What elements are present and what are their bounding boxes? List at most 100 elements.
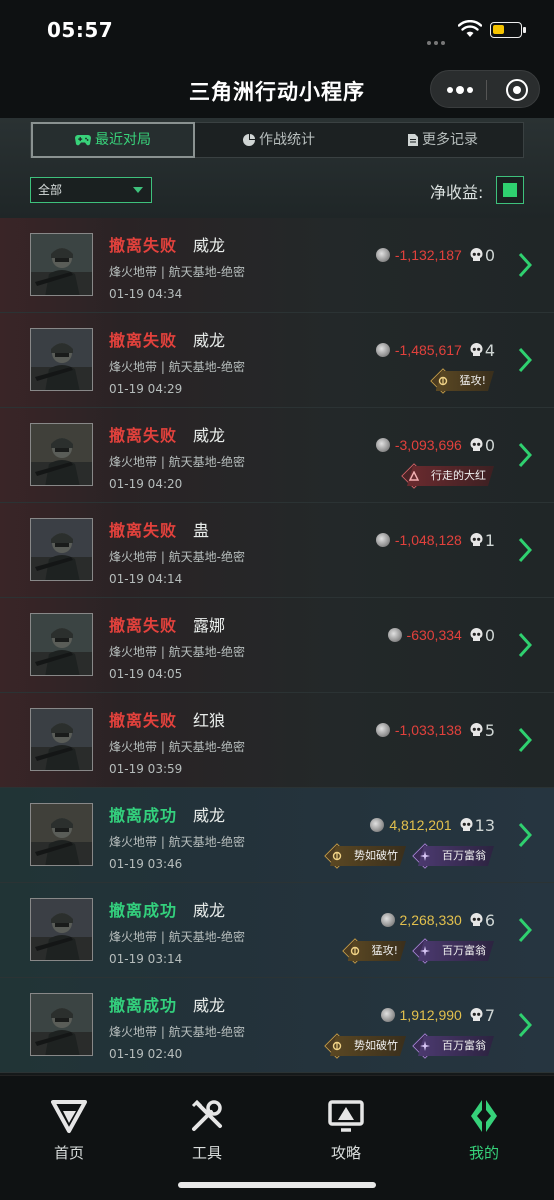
chevron-right-icon[interactable] (518, 632, 532, 658)
achievement-badge: 势如破竹 (324, 1033, 406, 1059)
match-record-row[interactable]: 撤离失败 威龙 烽火地带 | 航天基地-绝密 01-19 04:29 -1,48… (0, 313, 554, 408)
tab-recent-matches[interactable]: 最近对局 (31, 122, 195, 158)
document-icon (408, 134, 418, 146)
match-time: 01-19 03:46 (109, 857, 183, 871)
bottom-nav-guide[interactable]: 攻略 (306, 1098, 386, 1163)
operator-name: 威龙 (193, 806, 226, 825)
match-record-row[interactable]: 撤离成功 威龙 烽火地带 | 航天基地-绝密 01-19 03:46 4,812… (0, 788, 554, 883)
bottom-nav-tools[interactable]: 工具 (167, 1098, 247, 1163)
match-record-row[interactable]: 撤离失败 红狼 烽火地带 | 航天基地-绝密 01-19 03:59 -1,03… (0, 693, 554, 788)
extraction-result: 撤离失败 (109, 236, 178, 255)
gamepad-icon (75, 135, 91, 146)
achievement-badge: 百万富翁 (412, 843, 494, 869)
bottom-nav-label: 攻略 (330, 1144, 361, 1162)
match-time: 01-19 04:05 (109, 667, 183, 681)
match-record-row[interactable]: 撤离成功 威龙 烽火地带 | 航天基地-绝密 01-19 02:40 1,912… (0, 978, 554, 1073)
extraction-result: 撤离失败 (109, 331, 178, 350)
skull-icon (470, 1008, 483, 1021)
close-miniprogram-icon[interactable] (506, 79, 528, 101)
chevron-right-icon[interactable] (518, 347, 532, 373)
operator-name: 红狼 (193, 711, 226, 730)
kill-count: 0 (470, 246, 495, 265)
operator-name: 威龙 (193, 901, 226, 920)
operator-avatar (30, 803, 93, 866)
skull-icon (470, 628, 483, 641)
operator-avatar (30, 518, 93, 581)
chevron-right-icon[interactable] (518, 252, 532, 278)
net-value: 2,268,330 (399, 912, 462, 928)
income-summary: 1,912,990 7 (380, 1005, 495, 1025)
chevron-right-icon[interactable] (518, 917, 532, 943)
match-record-row[interactable]: 撤离失败 露娜 烽火地带 | 航天基地-绝密 01-19 04:05 -630,… (0, 598, 554, 693)
skull-icon (470, 438, 483, 451)
match-time: 01-19 02:40 (109, 1047, 183, 1061)
kill-count-value: 7 (484, 1005, 495, 1025)
tab-label: 最近对局 (95, 132, 151, 148)
kill-count: 7 (470, 1006, 495, 1025)
badge-emblem-icon (332, 1041, 342, 1051)
tab-label: 更多记录 (422, 132, 478, 148)
kill-count: 6 (470, 911, 495, 930)
extraction-result: 撤离成功 (109, 901, 178, 920)
badge-group: 势如破竹 百万富翁 (318, 1033, 494, 1059)
operator-name: 威龙 (193, 236, 226, 255)
map-info: 烽火地带 | 航天基地-绝密 (109, 740, 246, 754)
home-logo-icon (51, 1100, 87, 1133)
extraction-result: 撤离成功 (109, 996, 178, 1015)
income-summary: 4,812,201 13 (370, 815, 495, 835)
skull-icon (470, 343, 483, 356)
tab-battle-stats[interactable]: 作战统计 (197, 123, 361, 157)
match-record-row[interactable]: 撤离成功 威龙 烽火地带 | 航天基地-绝密 01-19 03:14 2,268… (0, 883, 554, 978)
coin-icon (375, 533, 390, 547)
tab-more-records[interactable]: 更多记录 (361, 123, 525, 157)
operator-avatar (30, 233, 93, 296)
income-summary: -3,093,696 0 (375, 435, 495, 455)
badge-emblem-icon (350, 946, 359, 956)
bottom-nav-home[interactable]: 首页 (29, 1098, 109, 1163)
match-record-row[interactable]: 撤离失败 威龙 烽火地带 | 航天基地-绝密 01-19 04:20 -3,09… (0, 408, 554, 503)
net-value: -630,334 (406, 627, 462, 643)
extraction-result: 撤离失败 (109, 426, 178, 445)
map-info: 烽火地带 | 航天基地-绝密 (109, 835, 246, 849)
more-dots-icon[interactable] (445, 81, 475, 99)
extraction-result: 撤离失败 (109, 616, 178, 635)
chevron-right-icon[interactable] (518, 442, 532, 468)
badge-emblem-icon (420, 946, 430, 956)
kill-count-value: 4 (484, 340, 495, 360)
kill-count-value: 0 (484, 435, 495, 455)
tools-icon (191, 1099, 222, 1131)
map-info: 烽火地带 | 航天基地-绝密 (109, 930, 246, 944)
kill-count-value: 13 (474, 815, 495, 835)
chevron-right-icon[interactable] (518, 727, 532, 753)
bottom-nav-label: 工具 (191, 1144, 222, 1162)
chevron-right-icon[interactable] (518, 1012, 532, 1038)
chevron-right-icon[interactable] (518, 822, 532, 848)
net-income-checkbox[interactable] (496, 176, 524, 204)
badge-emblem-icon (420, 1041, 430, 1051)
map-info: 烽火地带 | 航天基地-绝密 (109, 1025, 246, 1039)
coin-icon (380, 913, 395, 927)
mode-filter-select[interactable]: 全部 (30, 177, 152, 203)
bottom-nav-mine[interactable]: 我的 (444, 1098, 524, 1163)
operator-name: 露娜 (193, 616, 226, 635)
match-time: 01-19 04:34 (109, 287, 183, 301)
income-summary: -1,132,187 0 (375, 245, 495, 265)
match-time: 01-19 04:29 (109, 382, 183, 396)
net-income-label: 净收益: (430, 183, 484, 202)
badge-emblem-icon (332, 851, 342, 861)
extraction-result: 撤离成功 (109, 806, 178, 825)
kill-count: 0 (470, 626, 495, 645)
kill-count-value: 5 (484, 720, 495, 740)
match-record-row[interactable]: 撤离失败 蛊 烽火地带 | 航天基地-绝密 01-19 04:14 -1,048… (0, 503, 554, 598)
filter-value: 全部 (38, 183, 63, 197)
battery-icon (490, 22, 526, 38)
bottom-nav-label: 首页 (53, 1144, 84, 1162)
coin-icon (375, 438, 390, 452)
match-time: 01-19 03:14 (109, 952, 183, 966)
badge-label: 行走的大红 (407, 466, 494, 486)
achievement-badge: 猛攻! (341, 938, 406, 964)
extraction-result: 撤离失败 (109, 711, 178, 730)
chevron-right-icon[interactable] (518, 537, 532, 563)
match-record-row[interactable]: 撤离失败 威龙 烽火地带 | 航天基地-绝密 01-19 04:34 -1,13… (0, 218, 554, 313)
skull-icon (470, 913, 483, 926)
